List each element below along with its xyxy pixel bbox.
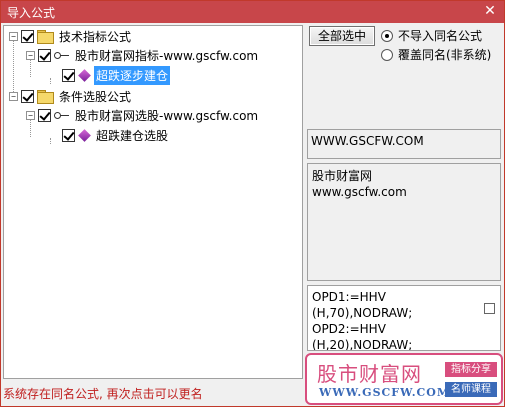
code-line: (H,70),NODRAW;	[312, 306, 413, 320]
tree-node-label: 股市财富网选股-www.gscfw.com	[75, 108, 259, 123]
tree-node-formula[interactable]: 超跌建仓选股	[62, 126, 170, 144]
tree-node-formula[interactable]: 超跌逐步建仓	[62, 65, 171, 85]
radio-label: 覆盖同名(非系统)	[398, 48, 492, 62]
code-option-checkbox[interactable]	[484, 303, 495, 314]
import-formula-dialog: 导入公式 ✕ − 技术指标公式 − 股市财富网指标-www.gscfw.com …	[0, 0, 505, 407]
code-line: OPD1:=HHV	[312, 290, 386, 304]
collapse-icon[interactable]: −	[9, 31, 18, 41]
radio-overwrite[interactable]: 覆盖同名(非系统)	[381, 46, 491, 63]
key-icon	[54, 50, 70, 60]
tree-node-label-selected: 超跌逐步建仓	[94, 65, 171, 85]
tree-connector	[50, 138, 51, 144]
checkbox[interactable]	[38, 48, 51, 62]
formula-gem-icon	[78, 68, 91, 82]
folder-icon	[37, 90, 54, 104]
brand-title: 股市财富网	[317, 362, 422, 386]
collapse-icon[interactable]: −	[9, 91, 18, 101]
collapse-icon[interactable]: −	[26, 110, 35, 120]
radio-label: 不导入同名公式	[398, 29, 483, 43]
key-icon	[54, 110, 70, 120]
site-url: WWW.GSCFW.COM	[311, 134, 424, 148]
brand-watermark: 股市财富网 WWW.GSCFW.COM 指标分享 名师课程	[305, 353, 503, 405]
checkbox[interactable]	[21, 89, 34, 103]
title-bar[interactable]: 导入公式 ✕	[1, 1, 504, 23]
checkbox[interactable]	[62, 68, 75, 82]
tree-node-label: 技术指标公式	[59, 29, 132, 44]
checkbox[interactable]	[21, 29, 34, 43]
tree-node-label: 超跌建仓选股	[96, 128, 169, 143]
tree-node-group[interactable]: − 技术指标公式	[9, 27, 133, 45]
description-line: 股市财富网	[312, 169, 373, 183]
tree-node-category[interactable]: − 股市财富网选股-www.gscfw.com	[26, 106, 260, 124]
description-line: www.gscfw.com	[312, 185, 407, 199]
radio-dot[interactable]	[381, 48, 393, 61]
checkbox[interactable]	[62, 128, 75, 142]
brand-tag: 指标分享	[445, 362, 497, 377]
brand-tag: 名师课程	[445, 382, 497, 397]
tree-connector	[50, 78, 51, 84]
brand-url: WWW.GSCFW.COM	[319, 386, 451, 399]
status-message: 系统存在同名公式, 再次点击可以更名	[3, 387, 203, 401]
code-line: (H,20),NODRAW;	[312, 338, 413, 351]
collapse-icon[interactable]: −	[26, 50, 35, 60]
site-info-box: WWW.GSCFW.COM	[307, 129, 501, 159]
radio-dot-selected[interactable]	[381, 29, 393, 42]
tree-node-category[interactable]: − 股市财富网指标-www.gscfw.com	[26, 46, 260, 64]
folder-icon	[37, 30, 54, 44]
select-all-button[interactable]: 全部选中	[309, 26, 375, 46]
checkbox[interactable]	[38, 108, 51, 122]
tree-node-label: 条件选股公式	[59, 89, 132, 104]
window-title: 导入公式	[7, 6, 56, 20]
formula-gem-icon	[78, 128, 91, 142]
close-icon[interactable]: ✕	[482, 2, 498, 20]
description-box: 股市财富网 www.gscfw.com	[307, 163, 501, 281]
tree-node-label: 股市财富网指标-www.gscfw.com	[75, 48, 259, 63]
code-line: OPD2:=HHV	[312, 322, 386, 336]
tree-node-group[interactable]: − 条件选股公式	[9, 87, 133, 105]
formula-tree[interactable]: − 技术指标公式 − 股市财富网指标-www.gscfw.com 超跌逐步建仓 …	[3, 25, 303, 379]
formula-code-box[interactable]: OPD1:=HHV (H,70),NODRAW; OPD2:=HHV (H,20…	[307, 285, 501, 351]
radio-no-import[interactable]: 不导入同名公式	[381, 27, 482, 44]
